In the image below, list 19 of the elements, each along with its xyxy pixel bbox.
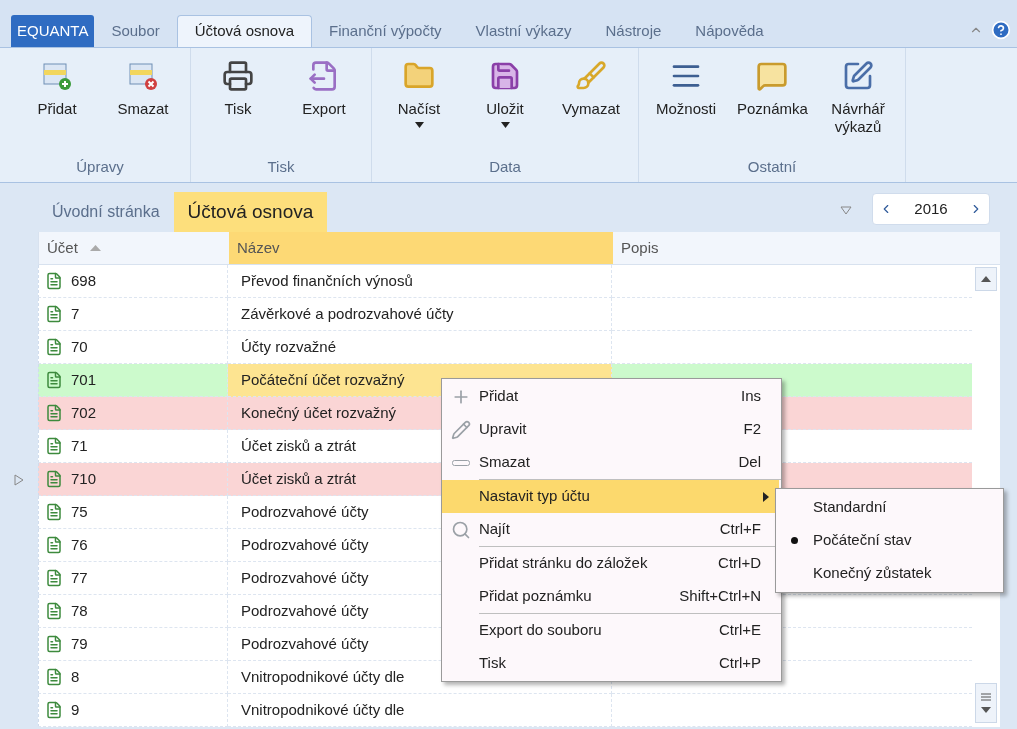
table-cell: 75: [38, 496, 228, 529]
group-label: Ostatní: [746, 156, 798, 177]
year-value: 2016: [914, 198, 948, 219]
table-cell: 710: [38, 463, 228, 496]
table-cell: 71: [38, 430, 228, 463]
table-cell: 8: [38, 661, 228, 694]
table-cell: 701: [38, 364, 228, 397]
table-cell: 7: [38, 298, 228, 331]
table-cell: 76: [38, 529, 228, 562]
group-label: Úpravy: [75, 156, 125, 177]
table-cell: 702: [38, 397, 228, 430]
group-label: Tisk: [266, 156, 296, 177]
table-cell: 698: [38, 265, 228, 298]
group-label: Data: [488, 156, 522, 177]
table-cell: 70: [38, 331, 228, 364]
table-cell: 78: [38, 595, 228, 628]
table-cell: 79: [38, 628, 228, 661]
table-cell: 77: [38, 562, 228, 595]
table-cell: 9: [38, 694, 228, 727]
